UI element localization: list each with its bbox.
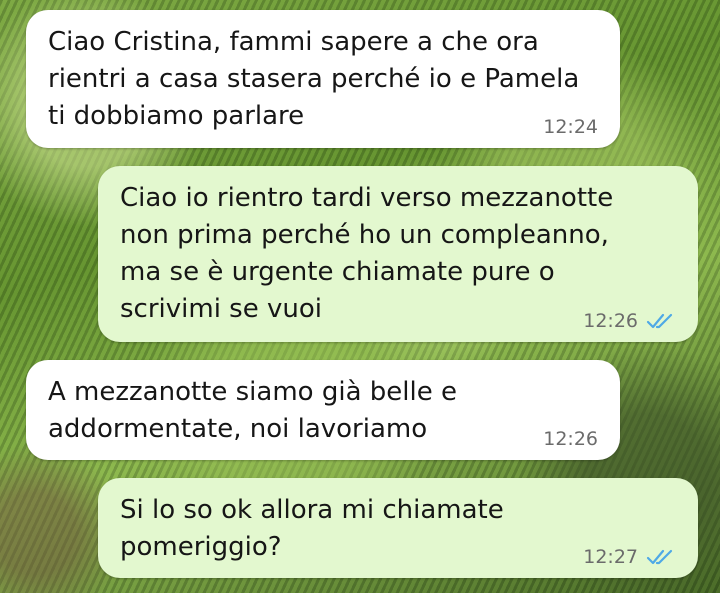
message-text: Ciao Cristina, fammi sapere a che ora ri…	[48, 27, 580, 131]
message-meta: 12:26	[543, 428, 598, 450]
message-meta: 12:26	[583, 310, 676, 332]
message-bubble-incoming[interactable]: Ciao Cristina, fammi sapere a che ora ri…	[26, 10, 620, 148]
message-text: Ciao io rientro tardi verso mezzanotte n…	[120, 183, 614, 324]
message-bubble-outgoing[interactable]: Si lo so ok allora mi chiamate pomeriggi…	[98, 478, 698, 578]
read-double-check-icon	[646, 313, 673, 329]
message-time: 12:27	[583, 546, 638, 568]
message-meta: 12:27	[583, 546, 676, 568]
message-time: 12:24	[543, 116, 598, 138]
message-bubble-incoming[interactable]: A mezzanotte siamo già belle e addorment…	[26, 360, 620, 460]
message-bubble-outgoing[interactable]: Ciao io rientro tardi verso mezzanotte n…	[98, 166, 698, 342]
message-text: A mezzanotte siamo già belle e addorment…	[48, 377, 457, 444]
message-time: 12:26	[583, 310, 638, 332]
message-time: 12:26	[543, 428, 598, 450]
message-meta: 12:24	[543, 116, 598, 138]
read-double-check-icon	[646, 549, 673, 565]
chat-conversation: Ciao Cristina, fammi sapere a che ora ri…	[0, 0, 720, 593]
